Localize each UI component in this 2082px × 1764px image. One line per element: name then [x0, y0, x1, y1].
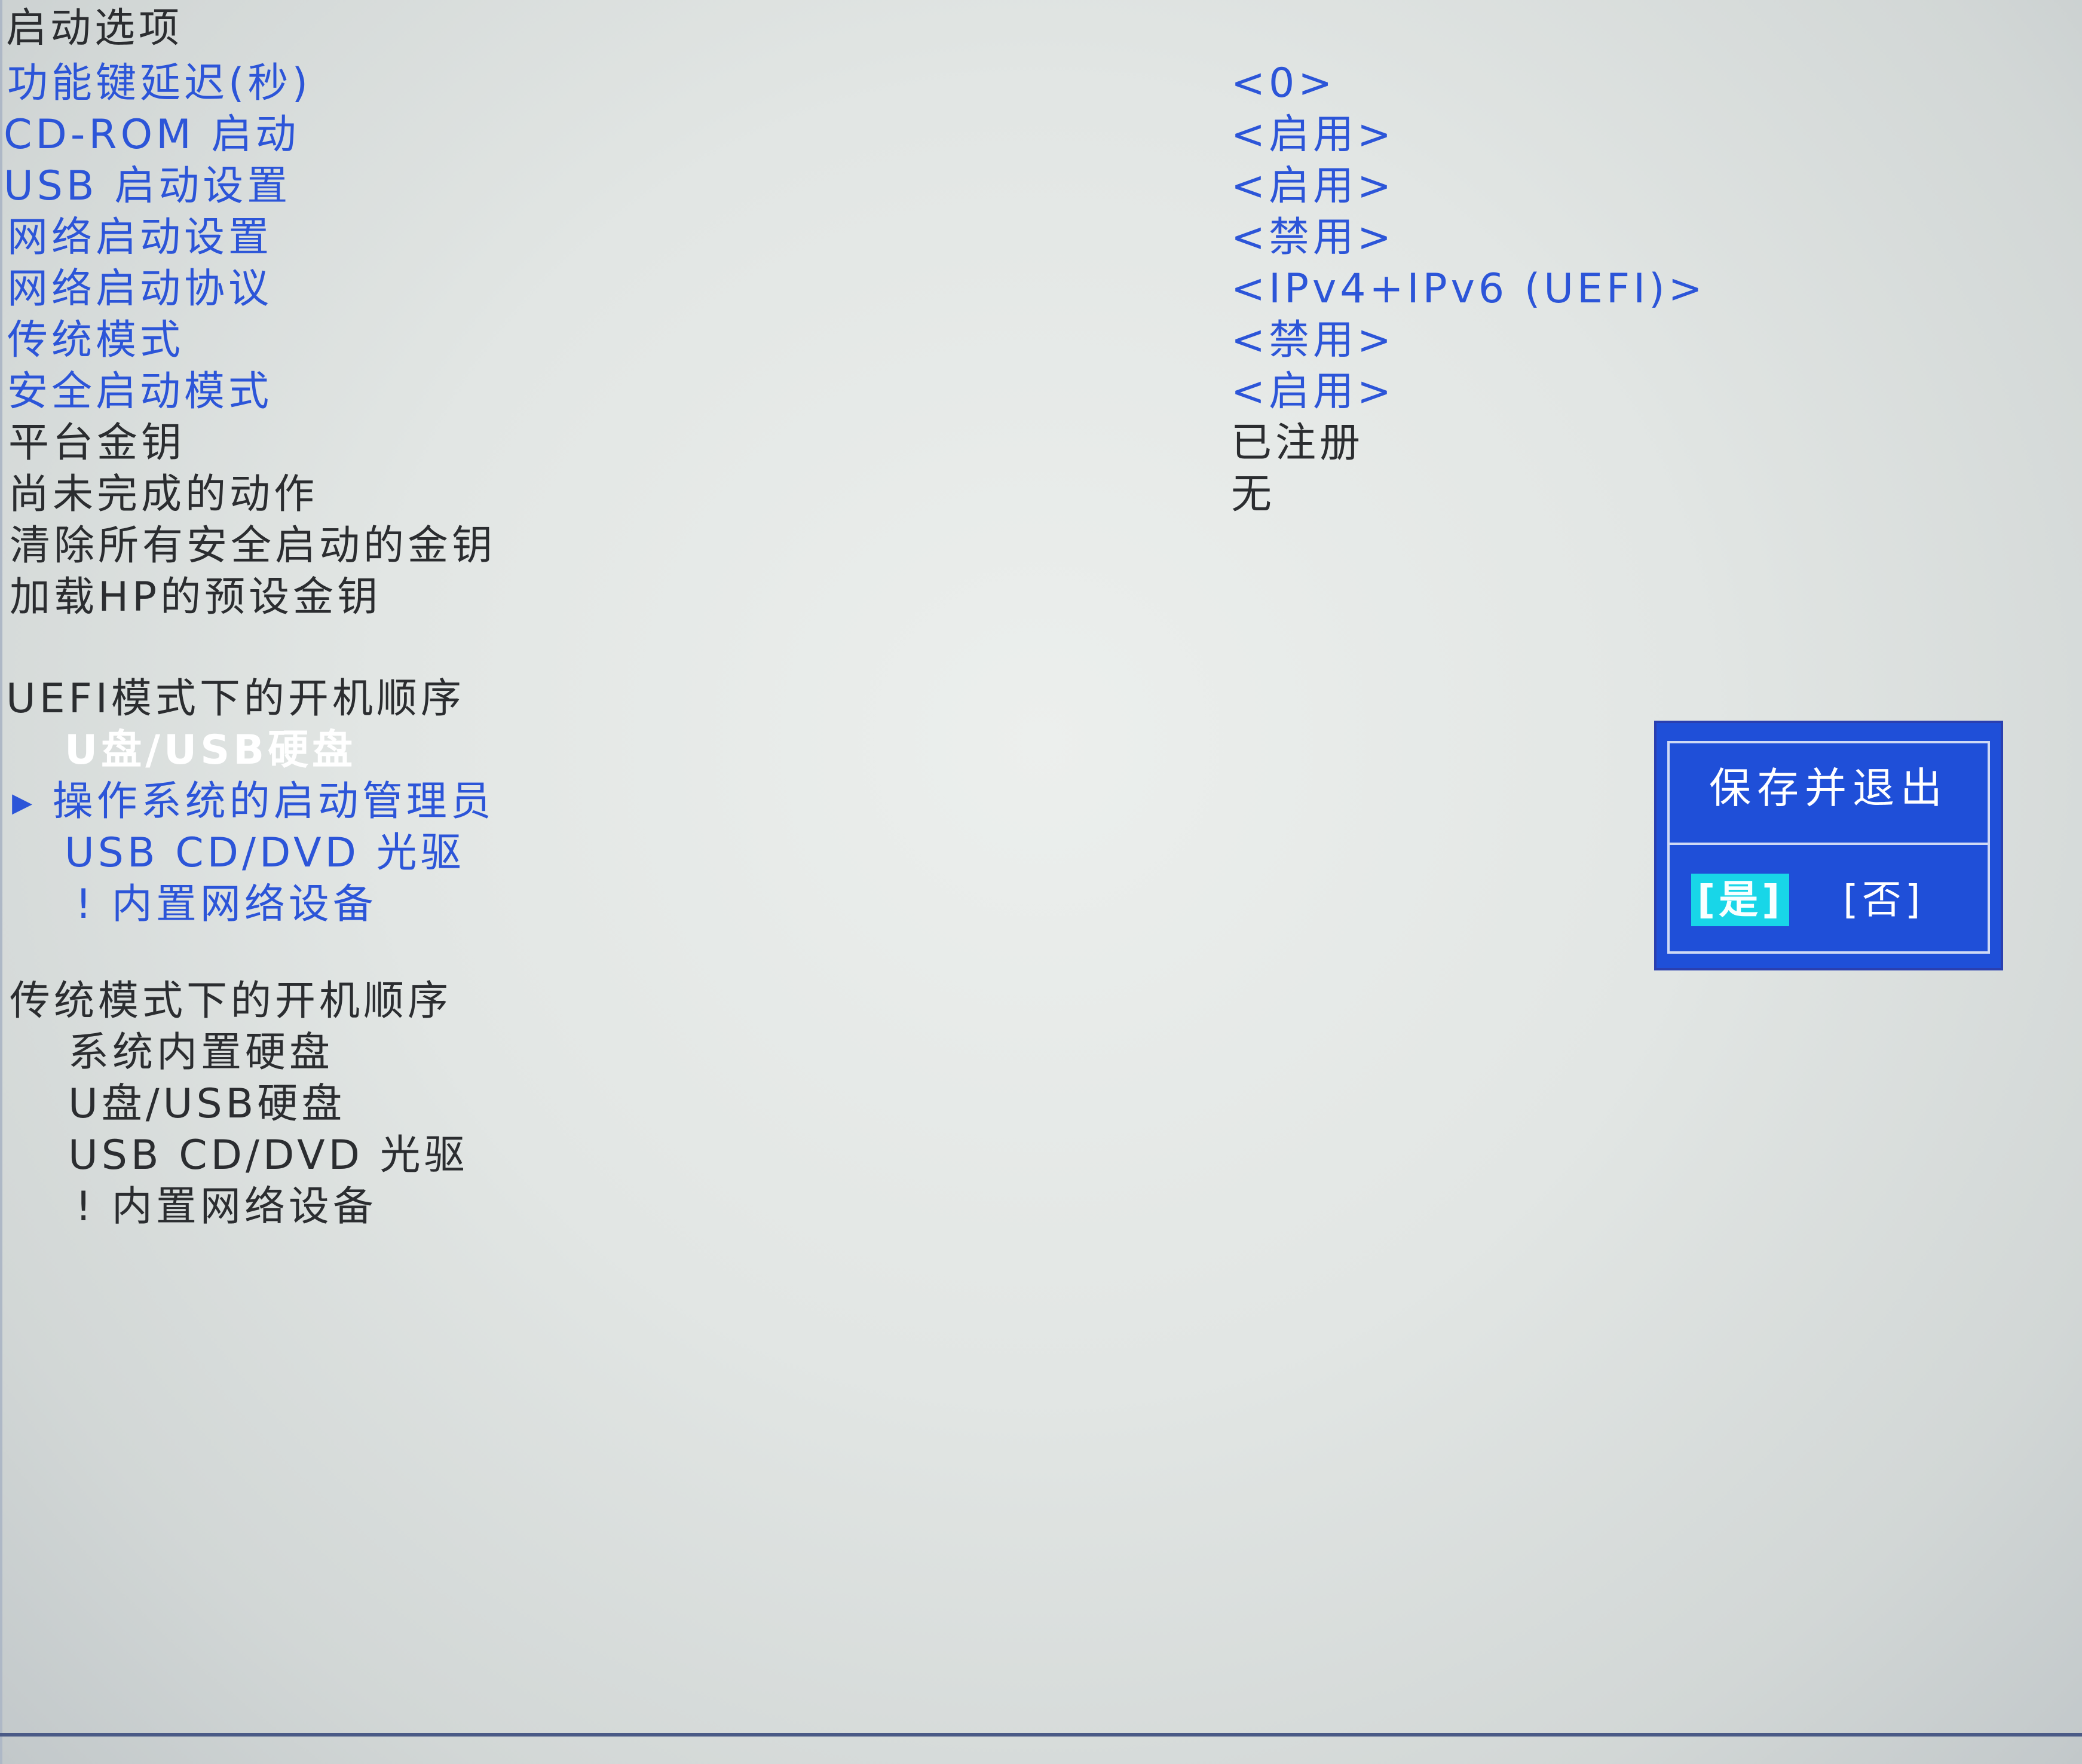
action-clear-secure-boot-keys[interactable]: 清除所有安全启动的金钥	[10, 522, 496, 570]
uefi-order-item-network[interactable]: ! 内置网络设备	[75, 881, 377, 929]
setting-label-secure-boot[interactable]: 安全启动模式	[7, 368, 273, 416]
bios-screen: 启动选项 功能键延迟(秒) <0> CD-ROM 启动 <启用> USB 启动设…	[0, 0, 2082, 1764]
setting-label-platform-key: 平台金钥	[8, 419, 186, 467]
uefi-order-item-usb-disk[interactable]: U盘/USB硬盘	[65, 727, 356, 774]
setting-value-function-key-delay[interactable]: <0>	[1231, 60, 1336, 108]
setting-label-function-key-delay[interactable]: 功能键延迟(秒)	[7, 60, 311, 108]
setting-value-pending-action: 无	[1231, 471, 1276, 518]
section-title-legacy-boot-order: 传统模式下的开机顺序	[10, 978, 452, 1025]
dialog-title: 保存并退出	[1670, 743, 1988, 845]
legacy-order-item-internal-disk[interactable]: 系统内置硬盘	[68, 1029, 333, 1077]
setting-label-network-boot[interactable]: 网络启动设置	[7, 214, 273, 262]
uefi-order-item-os-boot-manager[interactable]: ▸ 操作系统的启动管理员	[12, 778, 495, 826]
save-exit-dialog: 保存并退出 [是] [否]	[1654, 721, 2003, 970]
screen-bottom-border	[0, 1733, 2082, 1737]
setting-value-platform-key: 已注册	[1231, 419, 1364, 467]
dialog-frame: 保存并退出 [是] [否]	[1667, 741, 1990, 954]
setting-label-usb-boot[interactable]: USB 启动设置	[4, 163, 291, 210]
no-button[interactable]: [否]	[1837, 874, 1930, 926]
setting-value-usb-boot[interactable]: <启用>	[1231, 163, 1395, 210]
setting-label-network-protocol[interactable]: 网络启动协议	[7, 265, 273, 313]
setting-value-network-protocol[interactable]: <IPv4+IPv6 (UEFI)>	[1231, 265, 1706, 313]
section-title-uefi-boot-order: UEFI模式下的开机顺序	[6, 675, 465, 722]
legacy-order-item-usb-disk[interactable]: U盘/USB硬盘	[68, 1080, 345, 1128]
uefi-order-item-usb-cd-dvd[interactable]: USB CD/DVD 光驱	[65, 829, 465, 877]
setting-label-legacy-mode[interactable]: 传统模式	[7, 317, 184, 365]
setting-label-pending-action: 尚未完成的动作	[8, 471, 319, 518]
legacy-order-item-network[interactable]: ! 内置网络设备	[75, 1183, 377, 1231]
setting-value-network-boot[interactable]: <禁用>	[1231, 214, 1395, 262]
setting-value-secure-boot[interactable]: <启用>	[1231, 368, 1395, 416]
action-load-hp-default-keys[interactable]: 加载HP的预设金钥	[10, 574, 381, 621]
setting-value-cdrom-boot[interactable]: <启用>	[1231, 111, 1395, 159]
screen-edge	[0, 0, 2, 1764]
section-title-boot-options: 启动选项	[6, 5, 183, 52]
setting-value-legacy-mode[interactable]: <禁用>	[1231, 317, 1395, 365]
setting-label-cdrom-boot[interactable]: CD-ROM 启动	[4, 111, 299, 159]
yes-button[interactable]: [是]	[1691, 874, 1790, 926]
legacy-order-item-usb-cd-dvd[interactable]: USB CD/DVD 光驱	[68, 1132, 469, 1180]
